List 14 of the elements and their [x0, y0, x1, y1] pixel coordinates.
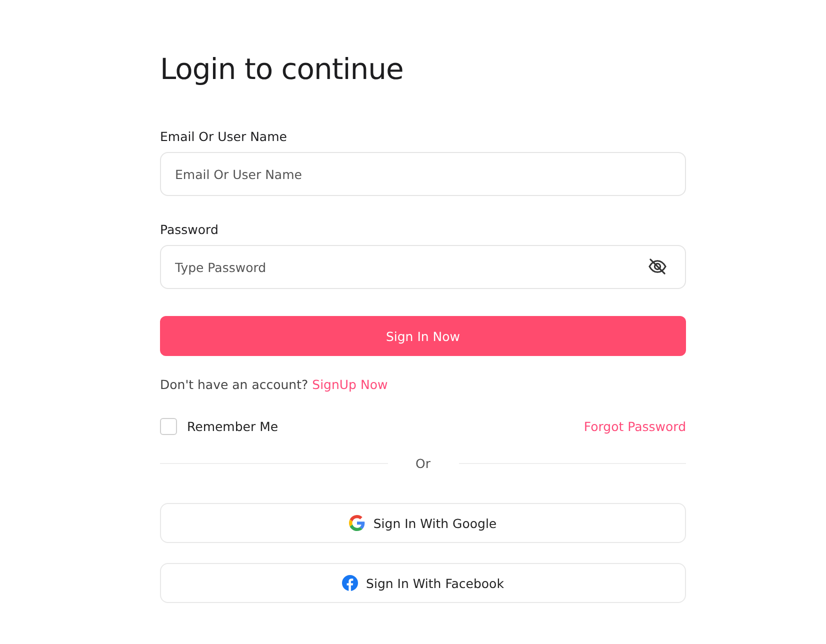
signup-prompt: Don't have an account? [160, 377, 308, 392]
divider-text: Or [416, 456, 430, 471]
field-label: Password [160, 222, 218, 237]
remember-label[interactable]: Remember Me [187, 419, 278, 434]
remember-checkbox[interactable] [160, 418, 177, 435]
field-label: Email Or User Name [160, 129, 287, 144]
input-field[interactable]: Email Or User Name [160, 152, 686, 196]
facebook-sign-in-button[interactable]: Sign In With Facebook [160, 563, 686, 603]
eye-slash-icon[interactable] [648, 258, 667, 275]
password-field[interactable]: Type Password [160, 245, 686, 289]
page-title: Login to continue [160, 51, 404, 88]
facebook-logo-icon [342, 575, 358, 591]
google-sign-in-button[interactable]: Sign In With Google [160, 503, 686, 543]
google-logo-icon [349, 515, 366, 531]
